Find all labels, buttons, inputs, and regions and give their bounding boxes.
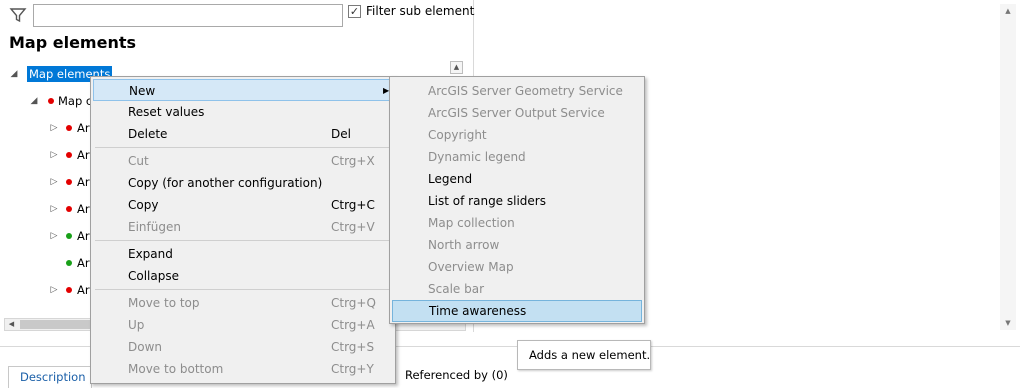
expand-triangle-icon[interactable]: ▷ [49, 172, 59, 192]
menu-item-label: Copy (for another configuration) [128, 176, 323, 190]
menu-item-shortcut: Ctrg+X [331, 154, 375, 168]
scroll-up-arrow[interactable]: ▲ [1000, 4, 1016, 18]
tab-description[interactable]: Description [8, 366, 92, 388]
menu-item-label: Move to bottom [128, 362, 224, 376]
menu-item-shortcut: Ctrg+V [331, 220, 375, 234]
menu-separator [95, 147, 391, 148]
menu-item-label: Delete [128, 127, 168, 141]
menu-item-reset-values[interactable]: Reset values [93, 101, 393, 123]
menu-item-move-to-top[interactable]: Move to top Ctrg+Q [93, 292, 393, 314]
submenu-item-map-collection[interactable]: Map collection [392, 212, 642, 234]
status-dot [66, 206, 72, 212]
menu-separator [95, 240, 391, 241]
expand-triangle-icon[interactable]: ▷ [49, 280, 59, 300]
tree-item-label: Ar [77, 256, 90, 270]
menu-item-shortcut: Ctrg+Q [331, 296, 376, 310]
new-element-submenu: ArcGIS Server Geometry Service ArcGIS Ser… [389, 76, 645, 324]
tab-referenced-by[interactable]: Referenced by (0) [405, 368, 508, 382]
submenu-item-north-arrow[interactable]: North arrow [392, 234, 642, 256]
menu-item-einf-gen[interactable]: Einfügen Ctrg+V [93, 216, 393, 238]
status-dot [48, 98, 54, 104]
menu-item-new[interactable]: New ▶ [93, 79, 393, 101]
menu-item-label: Expand [128, 247, 173, 261]
tree-item-label: Ar [77, 202, 90, 216]
expand-triangle-icon[interactable]: ▷ [49, 145, 59, 165]
page-title: Map elements [9, 33, 137, 52]
expand-triangle-icon[interactable]: ▷ [49, 226, 59, 246]
tree-item-label: Ar [77, 175, 90, 189]
tooltip: Adds a new element. [517, 340, 651, 370]
menu-item-label: Einfügen [128, 220, 181, 234]
submenu-item-time-awareness[interactable]: Time awareness [392, 300, 642, 322]
collapse-triangle-icon[interactable]: ◢ [29, 91, 39, 111]
expand-triangle-icon[interactable]: ▷ [49, 118, 59, 138]
tree-item-label: Ar [77, 229, 90, 243]
menu-separator [95, 289, 391, 290]
menu-item-label: Cut [128, 154, 149, 168]
submenu-item-legend[interactable]: Legend [392, 168, 642, 190]
submenu-item-dynamic-legend[interactable]: Dynamic legend [392, 146, 642, 168]
scroll-left-arrow[interactable]: ◀ [5, 319, 18, 330]
expand-triangle-icon[interactable]: ▷ [49, 199, 59, 219]
tree-item[interactable]: ▷ Ar [0, 280, 100, 300]
menu-item-label: Reset values [128, 105, 205, 119]
menu-item-up[interactable]: Up Ctrg+A [93, 314, 393, 336]
menu-item-shortcut: Ctrg+S [331, 340, 375, 354]
menu-item-copy-for-another-configuration[interactable]: Copy (for another configuration) [93, 172, 393, 194]
submenu-item-overview-map[interactable]: Overview Map [392, 256, 642, 278]
submenu-item-arcgis-server-geometry-service[interactable]: ArcGIS Server Geometry Service [392, 80, 642, 102]
vertical-scrollbar[interactable]: ▲ ▼ [1000, 4, 1016, 330]
status-dot [66, 233, 72, 239]
menu-item-copy[interactable]: Copy Ctrg+C [93, 194, 393, 216]
submenu-item-arcgis-server-output-service[interactable]: ArcGIS Server Output Service [392, 102, 642, 124]
submenu-item-scale-bar[interactable]: Scale bar [392, 278, 642, 300]
filter-icon [9, 6, 27, 24]
menu-item-label: Collapse [128, 269, 179, 283]
menu-item-shortcut: Ctrg+Y [331, 362, 374, 376]
scroll-down-arrow[interactable]: ▼ [1000, 316, 1016, 330]
tree-item[interactable]: ▷ Ar [0, 145, 100, 165]
filter-input[interactable] [33, 4, 343, 27]
tree-item-label: Ar [77, 148, 90, 162]
tree-item-label: Ar [77, 121, 90, 135]
menu-item-label: Down [128, 340, 163, 354]
status-dot [66, 125, 72, 131]
menu-item-shortcut: Ctrg+A [331, 318, 375, 332]
context-menu: New ▶ Reset values Delete Del Cut Ctrg+X Copy (… [90, 76, 396, 384]
menu-item-shortcut: Del [331, 127, 351, 141]
menu-item-label: New [129, 84, 156, 98]
menu-item-move-to-bottom[interactable]: Move to bottom Ctrg+Y [93, 358, 393, 380]
filter-sub-elements-checkbox[interactable]: ✓ [348, 5, 361, 18]
scrollbar-thumb[interactable] [20, 320, 100, 329]
tree-item[interactable]: ▷ Ar [0, 172, 100, 192]
submenu-item-list-of-range-sliders[interactable]: List of range sliders [392, 190, 642, 212]
tree-item[interactable]: ▷ Ar [0, 118, 100, 138]
menu-item-down[interactable]: Down Ctrg+S [93, 336, 393, 358]
menu-item-label: Copy [128, 198, 159, 212]
tree-item-label: Map c [58, 94, 93, 108]
menu-item-label: Move to top [128, 296, 200, 310]
status-dot [66, 152, 72, 158]
menu-item-delete[interactable]: Delete Del [93, 123, 393, 145]
filter-sub-elements-label: Filter sub elements [366, 4, 481, 18]
tree-item[interactable]: ▷ Ar [0, 226, 100, 246]
scroll-up-arrow[interactable]: ▲ [450, 61, 463, 74]
menu-item-expand[interactable]: Expand [93, 243, 393, 265]
tree-item-label: Ar [77, 283, 90, 297]
menu-item-cut[interactable]: Cut Ctrg+X [93, 150, 393, 172]
collapse-triangle-icon[interactable]: ◢ [9, 64, 19, 84]
tree-item[interactable]: Ar [0, 253, 100, 273]
status-dot [66, 287, 72, 293]
status-dot [66, 179, 72, 185]
menu-item-collapse[interactable]: Collapse [93, 265, 393, 287]
menu-item-shortcut: Ctrg+C [331, 198, 375, 212]
submenu-item-copyright[interactable]: Copyright [392, 124, 642, 146]
tree-item[interactable]: ▷ Ar [0, 199, 100, 219]
status-dot [66, 260, 72, 266]
menu-item-label: Up [128, 318, 145, 332]
